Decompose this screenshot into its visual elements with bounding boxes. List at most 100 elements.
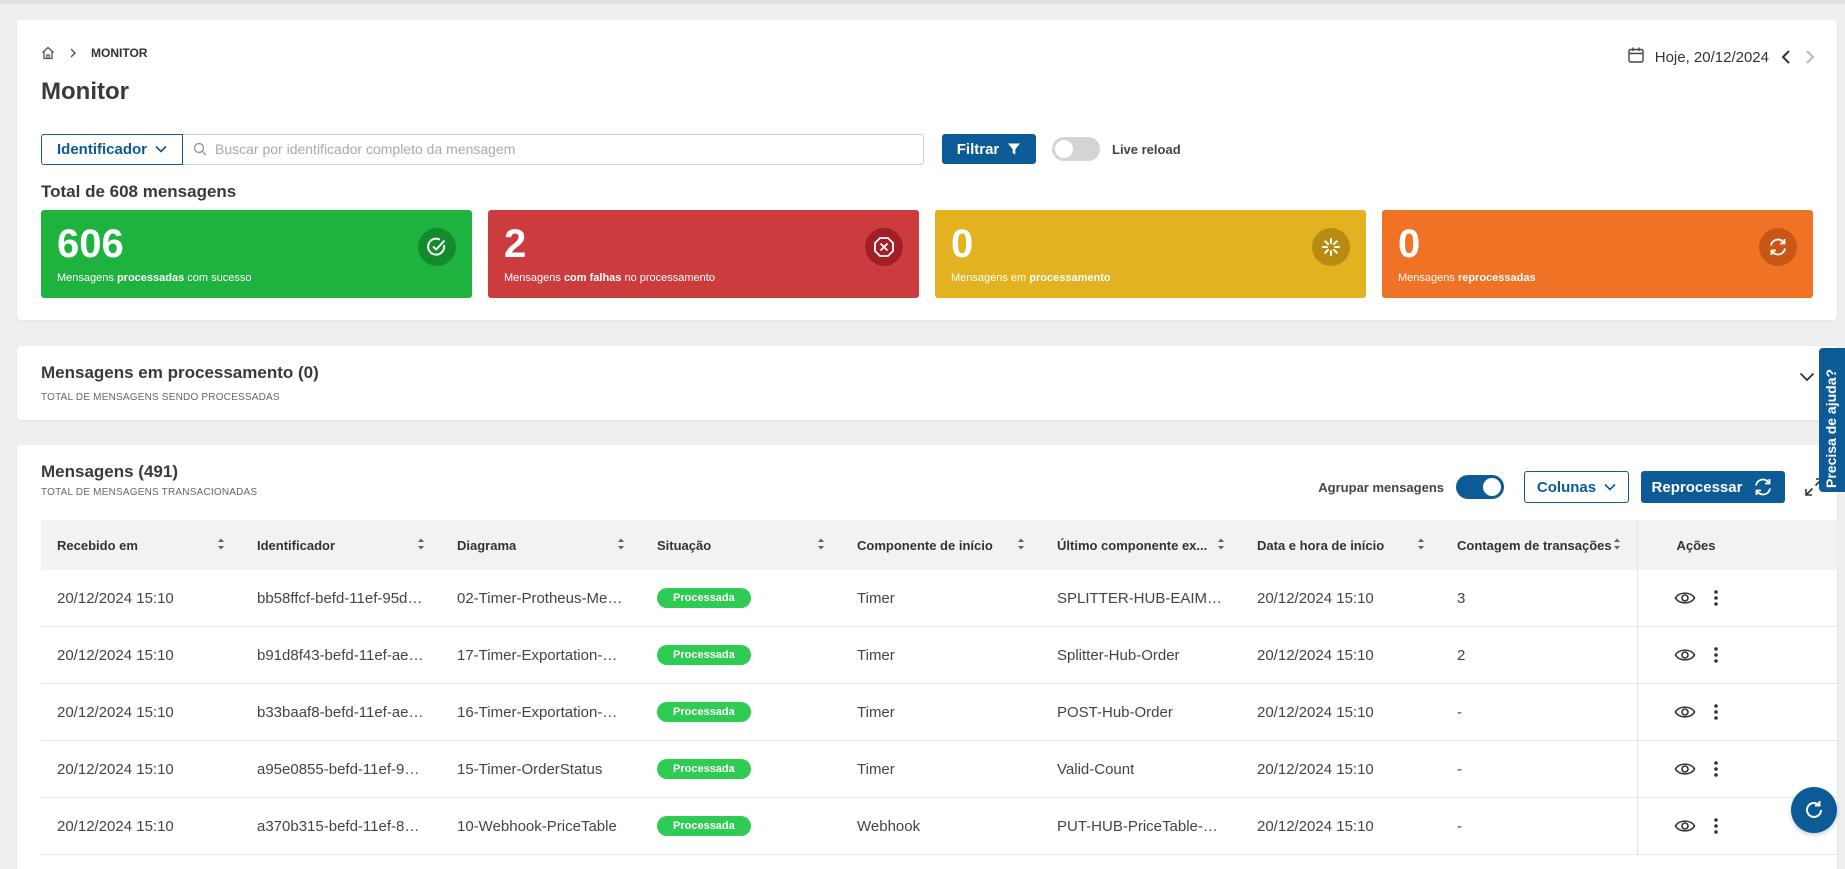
view-eye-icon[interactable] <box>1674 590 1696 606</box>
cell-text: POST-Hub-Order <box>1057 703 1173 721</box>
error-circle-icon <box>865 228 903 266</box>
stat-reprocessed[interactable]: 0 Mensagens reprocessadas <box>1382 210 1813 298</box>
reprocess-button[interactable]: Reprocessar <box>1641 471 1785 503</box>
table-row[interactable]: 20/12/2024 15:10 a95e0855-befd-11ef-95d4-… <box>41 741 1837 798</box>
view-eye-icon[interactable] <box>1674 818 1696 834</box>
table-cell: b33baaf8-befd-11ef-ae9e-... <box>241 704 441 721</box>
stat-success[interactable]: 606 Mensagens processadas com sucesso <box>41 210 472 298</box>
column-header[interactable]: Situação <box>641 537 841 554</box>
columns-button[interactable]: Colunas <box>1524 471 1629 503</box>
calendar-icon[interactable] <box>1627 46 1645 68</box>
table-cell: Processada <box>641 702 841 722</box>
cell-text: SPLITTER-HUB-EAIMessage <box>1057 589 1225 607</box>
sort-icon[interactable] <box>817 537 825 554</box>
table-row[interactable]: 20/12/2024 15:10 bb58ffcf-befd-11ef-95d4-… <box>41 570 1837 627</box>
more-vertical-icon[interactable] <box>1714 818 1718 834</box>
cell-text: b91d8f43-befd-11ef-ae9e-... <box>257 646 425 664</box>
more-vertical-icon[interactable] <box>1714 590 1718 606</box>
stat-failed[interactable]: 2 Mensagens com falhas no processamento <box>488 210 919 298</box>
more-vertical-icon[interactable] <box>1714 647 1718 663</box>
cell-text: Timer <box>857 589 895 607</box>
view-eye-icon[interactable] <box>1674 647 1696 663</box>
home-icon[interactable] <box>41 46 55 60</box>
table-cell: b91d8f43-befd-11ef-ae9e-... <box>241 647 441 664</box>
sort-icon[interactable] <box>617 537 625 554</box>
cell-text: a370b315-befd-11ef-8917-... <box>257 817 425 835</box>
date-label[interactable]: Hoje, 20/12/2024 <box>1655 49 1769 66</box>
column-header[interactable]: Recebido em <box>41 537 241 554</box>
table-cell: 15-Timer-OrderStatus <box>441 761 641 778</box>
table-cell: Webhook <box>841 818 1041 835</box>
cell-text: - <box>1457 817 1462 835</box>
filter-button[interactable]: Filtrar <box>942 134 1036 164</box>
stats-row: 606 Mensagens processadas com sucesso 2 … <box>41 210 1813 298</box>
table-row[interactable]: 20/12/2024 15:10 a370b315-befd-11ef-8917-… <box>41 798 1837 855</box>
sort-icon[interactable] <box>1217 537 1225 554</box>
sort-icon[interactable] <box>217 537 225 554</box>
table-cell: Processada <box>641 588 841 608</box>
group-messages-toggle[interactable] <box>1456 475 1504 499</box>
sort-icon[interactable] <box>1017 537 1025 554</box>
cell-text: 20/12/2024 15:10 <box>57 589 174 607</box>
table-cell: 17-Timer-Exportation-Ord... <box>441 647 641 664</box>
breadcrumb-current: MONITOR <box>91 46 148 60</box>
column-header-label: Recebido em <box>57 537 138 553</box>
chevron-down-icon <box>155 145 167 153</box>
cell-text: 17-Timer-Exportation-Ord... <box>457 646 625 664</box>
view-eye-icon[interactable] <box>1674 704 1696 720</box>
column-header-label: Diagrama <box>457 537 517 553</box>
sort-icon[interactable] <box>1417 537 1425 554</box>
cell-text: 20/12/2024 15:10 <box>1257 760 1374 778</box>
cell-text: Splitter-Hub-Order <box>1057 646 1180 664</box>
cell-text: 20/12/2024 15:10 <box>1257 817 1374 835</box>
table-cell: 02-Timer-Protheus-Messa... <box>441 590 641 607</box>
stat-value: 606 <box>57 222 124 266</box>
column-header[interactable]: Data e hora de início <box>1241 537 1441 554</box>
status-badge: Processada <box>657 816 751 836</box>
search-icon <box>193 142 207 156</box>
more-vertical-icon[interactable] <box>1714 761 1718 777</box>
messages-title: Mensagens (491) <box>41 462 178 481</box>
stat-processing[interactable]: 0 Mensagens em processamento <box>935 210 1366 298</box>
table-cell: 20/12/2024 15:10 <box>1241 704 1441 721</box>
help-tab[interactable]: Precisa de ajuda? <box>1819 348 1845 492</box>
table-header: Recebido em Identificador Diagrama Situação… <box>41 520 1837 570</box>
chevron-down-icon[interactable] <box>1799 372 1815 382</box>
search-field-select-label: Identificador <box>56 140 147 158</box>
search-input[interactable] <box>215 141 915 157</box>
table-cell: 20/12/2024 15:10 <box>1241 647 1441 664</box>
search-field-select[interactable]: Identificador <box>41 133 183 165</box>
row-actions <box>1637 570 1754 626</box>
table-row[interactable]: 20/12/2024 15:10 b91d8f43-befd-11ef-ae9e-… <box>41 627 1837 684</box>
cell-text: b33baaf8-befd-11ef-ae9e-... <box>257 703 425 721</box>
view-eye-icon[interactable] <box>1674 761 1696 777</box>
next-day-button[interactable] <box>1803 49 1817 65</box>
sort-icon[interactable] <box>417 537 425 554</box>
table-cell: 20/12/2024 15:10 <box>1241 590 1441 607</box>
more-vertical-icon[interactable] <box>1714 704 1718 720</box>
refresh-icon <box>1759 228 1797 266</box>
table-cell: Processada <box>641 759 841 779</box>
table-cell: Processada <box>641 645 841 665</box>
column-header[interactable]: Identificador <box>241 537 441 554</box>
status-badge: Processada <box>657 645 751 665</box>
column-header[interactable]: Último componente ex... <box>1041 537 1241 554</box>
row-actions <box>1637 627 1754 683</box>
column-header[interactable]: Contagem de transações <box>1441 537 1637 554</box>
column-header[interactable]: Diagrama <box>441 537 641 554</box>
live-reload-toggle[interactable] <box>1052 137 1100 161</box>
table-cell: Splitter-Hub-Order <box>1041 647 1241 664</box>
refresh-float-button[interactable] <box>1791 787 1837 833</box>
table-cell: 10-Webhook-PriceTable <box>441 818 641 835</box>
messages-subtitle: TOTAL DE MENSAGENS TRANSACIONADAS <box>41 487 258 498</box>
sort-icon[interactable] <box>1613 537 1621 554</box>
table-cell: 20/12/2024 15:10 <box>41 761 241 778</box>
table-row[interactable]: 20/12/2024 15:10 b33baaf8-befd-11ef-ae9e-… <box>41 684 1837 741</box>
processing-section[interactable]: Mensagens em processamento (0) TOTAL DE … <box>17 346 1837 420</box>
column-header[interactable]: Componente de início <box>841 537 1041 554</box>
table-cell: - <box>1441 704 1637 721</box>
prev-day-button[interactable] <box>1779 49 1793 65</box>
cell-text: 3 <box>1457 589 1466 607</box>
messages-section: Mensagens (491) TOTAL DE MENSAGENS TRANS… <box>17 445 1837 869</box>
row-actions <box>1637 798 1754 854</box>
